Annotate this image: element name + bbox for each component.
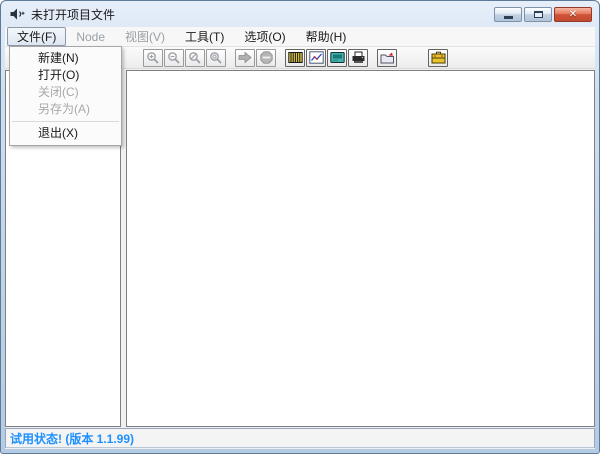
app-window: 未打开项目文件 ✕ 文件(F) Node 视图(V) 工具(T) 选项(O) 帮…	[0, 0, 600, 454]
printer-icon	[351, 51, 366, 64]
menubar: 文件(F) Node 视图(V) 工具(T) 选项(O) 帮助(H)	[5, 27, 595, 47]
zoom-out-button	[164, 49, 184, 67]
export-project-button[interactable]	[377, 49, 397, 67]
menu-options[interactable]: 选项(O)	[234, 27, 295, 46]
toolbox-button[interactable]	[428, 49, 448, 67]
menu-item-new[interactable]: 新建(N)	[10, 50, 121, 67]
menu-file[interactable]: 文件(F)	[7, 27, 66, 46]
data-grid-button[interactable]	[285, 49, 305, 67]
trial-status-text: 试用状态! (版本 1.1.99)	[10, 430, 134, 447]
run-arrow-icon	[238, 51, 252, 64]
menu-separator	[12, 121, 119, 122]
file-dropdown-menu: 新建(N) 打开(O) 关闭(C) 另存为(A) 退出(X)	[9, 46, 122, 146]
menu-item-save-as: 另存为(A)	[10, 101, 121, 118]
monitor-button[interactable]	[327, 49, 347, 67]
run-button	[235, 49, 255, 67]
minimize-icon	[504, 16, 513, 19]
main-canvas	[126, 70, 595, 427]
zoom-window-icon	[188, 51, 202, 65]
window-title: 未打开项目文件	[31, 6, 115, 23]
menu-help[interactable]: 帮助(H)	[296, 27, 357, 46]
menu-node: Node	[66, 27, 115, 46]
curve-chart-button[interactable]	[306, 49, 326, 67]
zoom-out-icon	[167, 51, 181, 65]
zoom-reset-button	[206, 49, 226, 67]
toolbox-icon	[431, 51, 446, 64]
menu-item-open[interactable]: 打开(O)	[10, 67, 121, 84]
minimize-button[interactable]	[494, 7, 522, 22]
maximize-button[interactable]	[524, 7, 552, 22]
zoom-in-icon	[146, 51, 160, 65]
status-field: 试用状态! (版本 1.1.99)	[5, 428, 595, 448]
monitor-icon	[330, 51, 345, 64]
curve-chart-icon	[309, 51, 324, 64]
data-grid-icon	[288, 51, 303, 64]
zoom-in-button	[143, 49, 163, 67]
stop-sign-icon	[260, 51, 273, 64]
menu-view: 视图(V)	[115, 27, 175, 46]
menu-item-exit[interactable]: 退出(X)	[10, 125, 121, 142]
app-speaker-icon[interactable]	[9, 7, 25, 21]
close-button[interactable]: ✕	[554, 7, 592, 22]
maximize-icon	[534, 11, 543, 18]
print-button[interactable]	[348, 49, 368, 67]
caption-buttons: ✕	[494, 7, 592, 22]
statusbar: 试用状态! (版本 1.1.99)	[5, 427, 595, 449]
export-folder-icon	[380, 51, 395, 64]
close-icon: ✕	[569, 10, 577, 20]
stop-button	[256, 49, 276, 67]
menu-tools[interactable]: 工具(T)	[175, 27, 234, 46]
zoom-reset-icon	[209, 51, 223, 65]
zoom-window-button	[185, 49, 205, 67]
menu-item-close: 关闭(C)	[10, 84, 121, 101]
